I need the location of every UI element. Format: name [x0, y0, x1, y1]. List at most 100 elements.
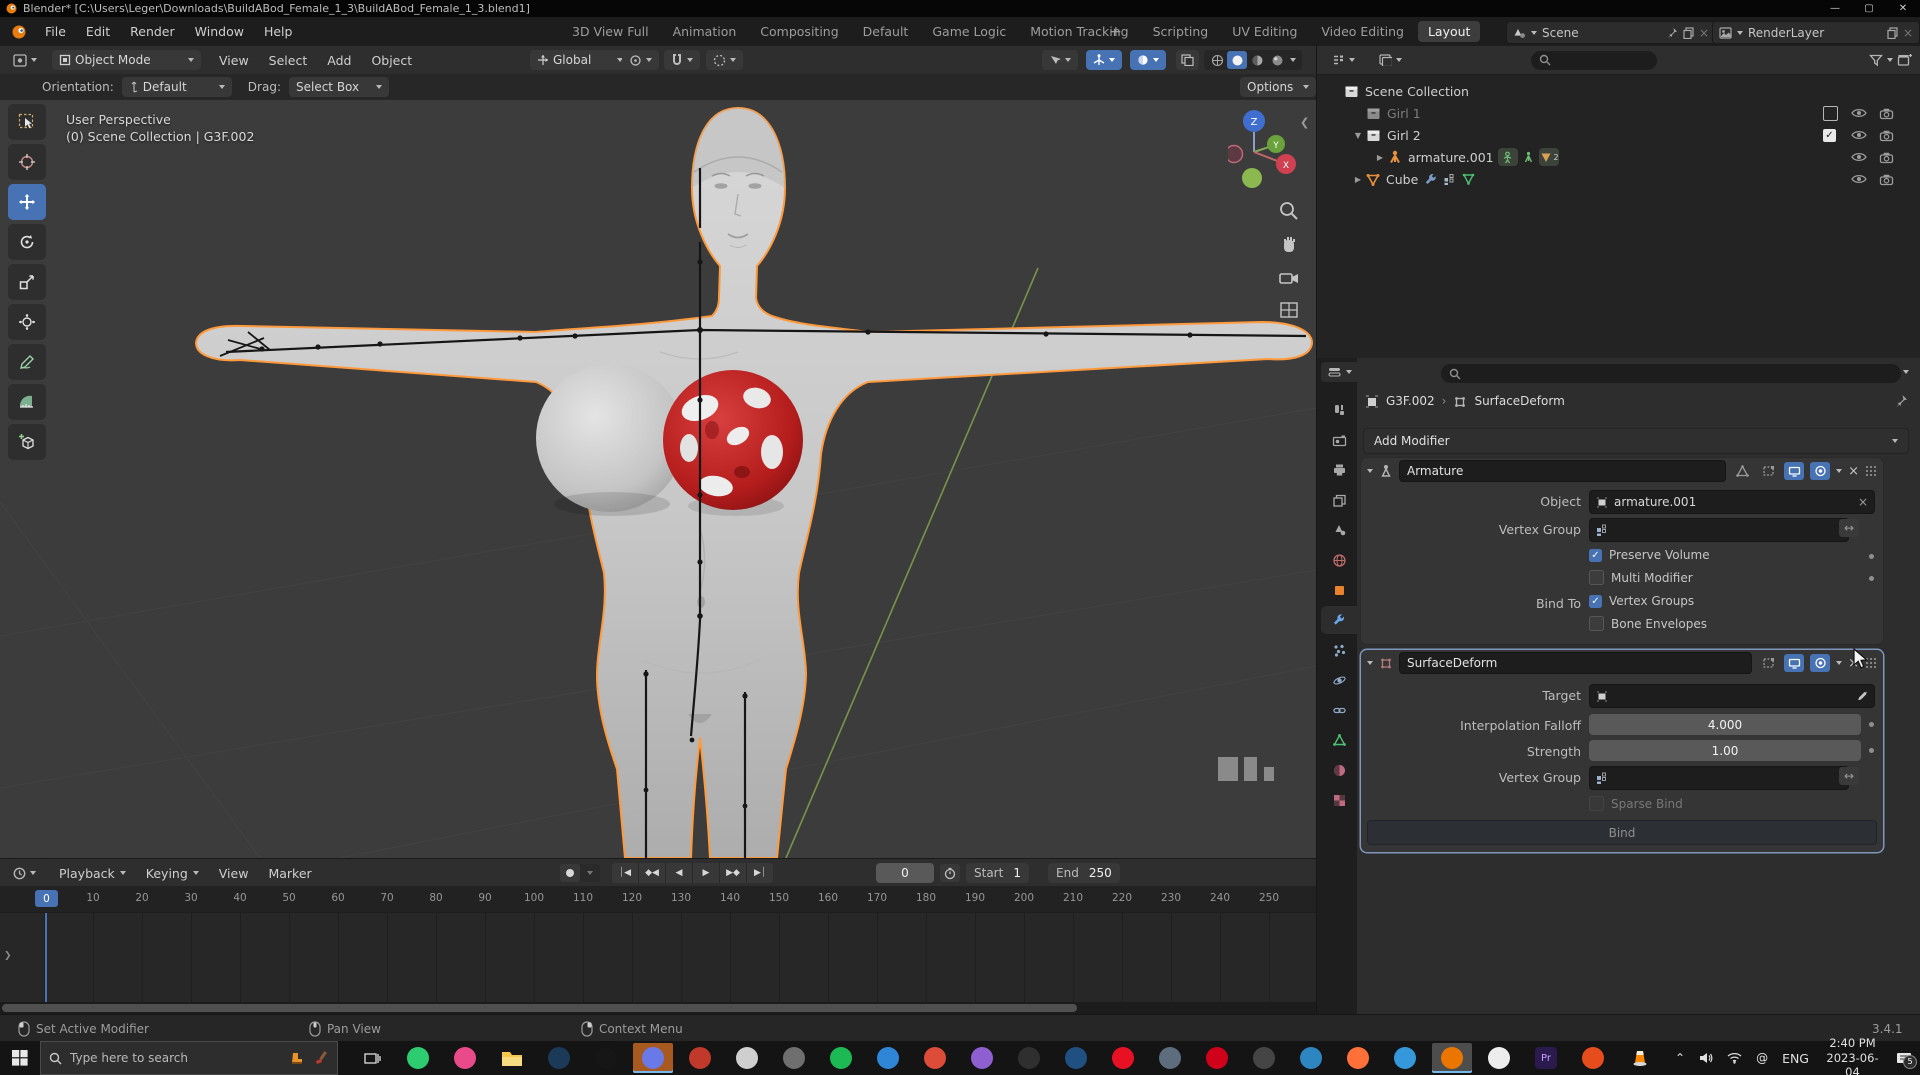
- taskbar-app-edge[interactable]: [868, 1043, 908, 1073]
- armature-object-field[interactable]: armature.001 ×: [1589, 490, 1875, 514]
- bone-envelopes-row[interactable]: Bone Envelopes: [1589, 616, 1707, 631]
- hide-eye-icon[interactable]: [1851, 107, 1867, 119]
- options-button[interactable]: Options: [1240, 77, 1316, 97]
- mesh-data-icon[interactable]: [1462, 173, 1475, 185]
- xray-toggle[interactable]: [1176, 50, 1199, 70]
- object-visibility-button[interactable]: [1042, 50, 1078, 70]
- orientation-setting-dropdown[interactable]: Default: [122, 77, 232, 97]
- transform-tool-button[interactable]: [8, 304, 46, 340]
- armature-panel-header[interactable]: Armature ×: [1361, 458, 1883, 484]
- touch-keyboard-icon[interactable]: @: [1756, 1051, 1768, 1065]
- pan-hand-icon[interactable]: [1278, 234, 1300, 256]
- taskbar-app-vlc-skin[interactable]: [1479, 1043, 1519, 1073]
- properties-tab-tool[interactable]: [1321, 396, 1357, 424]
- filter-funnel-icon[interactable]: [1869, 54, 1883, 67]
- extras-caret-icon[interactable]: [1836, 661, 1842, 665]
- properties-tab-view-layer[interactable]: [1321, 486, 1357, 514]
- workspace-tab-uv-editing[interactable]: UV Editing: [1222, 21, 1307, 42]
- outliner-row-girl-1[interactable]: Girl 1: [1317, 102, 1920, 124]
- hidden-icons-chevron[interactable]: ⌃: [1675, 1051, 1685, 1065]
- scale-tool-button[interactable]: [8, 264, 46, 300]
- shading-solid-button[interactable]: [1227, 51, 1247, 69]
- taskbar-app-logitech-g[interactable]: [586, 1043, 626, 1073]
- properties-tab-scene[interactable]: [1321, 516, 1357, 544]
- viewport-menu-object[interactable]: Object: [361, 53, 422, 68]
- add-modifier-button[interactable]: Add Modifier: [1363, 428, 1909, 454]
- playhead-frame-label[interactable]: 0: [35, 890, 58, 907]
- cage-toggle[interactable]: [1758, 462, 1778, 480]
- add-cube-tool-button[interactable]: [8, 424, 46, 460]
- viewport-menu-add[interactable]: Add: [317, 53, 361, 68]
- surfacedeform-modifier-name[interactable]: SurfaceDeform: [1399, 652, 1752, 674]
- taskbar-app-photos[interactable]: [962, 1043, 1002, 1073]
- properties-tab-material[interactable]: [1321, 756, 1357, 784]
- menu-render[interactable]: Render: [120, 24, 185, 39]
- sparse-bind-row[interactable]: Sparse Bind: [1589, 796, 1683, 811]
- armature-data-badge-icon[interactable]: [1522, 151, 1535, 164]
- properties-tab-physics[interactable]: [1321, 666, 1357, 694]
- outliner-filter-image-button[interactable]: [1372, 50, 1409, 70]
- render-toggle[interactable]: [1810, 654, 1830, 672]
- sd-vertex-group-field[interactable]: [1589, 766, 1849, 790]
- jump-to-start-button[interactable]: ⏐◀: [612, 863, 639, 883]
- minimize-button[interactable]: —: [1818, 0, 1852, 17]
- wrench-icon[interactable]: [1424, 173, 1437, 186]
- taskbar-search[interactable]: Type here to search: [40, 1041, 338, 1075]
- expand-toggle-icon[interactable]: ▶: [1375, 153, 1385, 162]
- viewport-menu-select[interactable]: Select: [259, 53, 318, 68]
- outliner-search-input[interactable]: [1531, 51, 1657, 70]
- volume-icon[interactable]: [1699, 1052, 1713, 1064]
- timeline-scrollbar-thumb[interactable]: [2, 1004, 1077, 1012]
- taskbar-app-file-explorer[interactable]: [492, 1043, 532, 1073]
- channel-expand-arrow[interactable]: ❯: [4, 951, 12, 961]
- clear-object-icon[interactable]: ×: [1858, 495, 1868, 509]
- outliner-row-armature-001[interactable]: ▶armature.0012: [1317, 146, 1920, 168]
- timeline-ruler[interactable]: 0 10203040506070809010011012013014015016…: [0, 886, 1316, 912]
- animate-dot[interactable]: [1869, 576, 1874, 581]
- taskbar-app-firefox-nightly[interactable]: [680, 1043, 720, 1073]
- taskbar-app-vlc[interactable]: [1620, 1043, 1660, 1073]
- taskbar-app-opera[interactable]: [1103, 1043, 1143, 1073]
- strength-slider[interactable]: 1.00: [1589, 740, 1861, 761]
- taskbar-app-chrome[interactable]: [915, 1043, 955, 1073]
- record-autokey-button[interactable]: [560, 864, 580, 882]
- taskbar-app-installer[interactable]: [1573, 1043, 1613, 1073]
- collapse-caret-icon[interactable]: [1367, 661, 1373, 665]
- timeline-menu-view[interactable]: View: [209, 866, 259, 881]
- taskbar-app-audio-editor[interactable]: [1009, 1043, 1049, 1073]
- properties-tab-object-data[interactable]: [1321, 726, 1357, 754]
- language-indicator[interactable]: ENG: [1782, 1051, 1809, 1066]
- timeline-editor-type-button[interactable]: [6, 863, 43, 883]
- outliner-row-cube[interactable]: ▶Cube: [1317, 168, 1920, 190]
- start-button[interactable]: [0, 1041, 40, 1075]
- workspace-tab-default[interactable]: Default: [853, 21, 919, 42]
- ortho-grid-icon[interactable]: [1278, 300, 1300, 320]
- invert-vertex-group-icon[interactable]: ↔: [1839, 519, 1859, 537]
- exclude-checkbox[interactable]: ✓: [1823, 129, 1836, 142]
- taskbar-app-amd-software[interactable]: [1197, 1043, 1237, 1073]
- armature-modifier-name[interactable]: Armature: [1399, 460, 1726, 482]
- disable-render-camera-icon[interactable]: [1879, 107, 1894, 120]
- workspace-tab-animation[interactable]: Animation: [663, 21, 747, 42]
- use-preview-range-button[interactable]: [940, 864, 960, 882]
- menu-help[interactable]: Help: [254, 24, 303, 39]
- properties-pin-icon[interactable]: [1895, 394, 1908, 407]
- multi-modifier-row[interactable]: Multi Modifier: [1589, 570, 1693, 585]
- outliner-row-girl-2[interactable]: ▼Girl 2✓: [1317, 124, 1920, 146]
- select-tool-button[interactable]: [8, 104, 46, 140]
- clock[interactable]: 2:40 PM2023-06-04: [1823, 1036, 1882, 1075]
- sparse-bind-checkbox[interactable]: [1589, 796, 1604, 811]
- properties-tab-object[interactable]: [1321, 576, 1357, 604]
- menu-file[interactable]: File: [35, 24, 76, 39]
- copy-icon[interactable]: [1887, 27, 1898, 39]
- jump-to-end-button[interactable]: ▶⏐: [747, 863, 773, 883]
- taskbar-app-spotify[interactable]: [821, 1043, 861, 1073]
- taskbar-app-steam[interactable]: [539, 1043, 579, 1073]
- show-overlays-button[interactable]: [1130, 50, 1166, 70]
- breadcrumb-object[interactable]: G3F.002: [1386, 394, 1435, 408]
- wifi-icon[interactable]: [1727, 1052, 1742, 1064]
- close-button[interactable]: ✕: [1886, 0, 1920, 17]
- workspace-tab-compositing[interactable]: Compositing: [750, 21, 848, 42]
- outliner-row-scene-collection[interactable]: Scene Collection: [1317, 80, 1920, 102]
- prev-keyframe-button[interactable]: ◆◀: [639, 863, 666, 883]
